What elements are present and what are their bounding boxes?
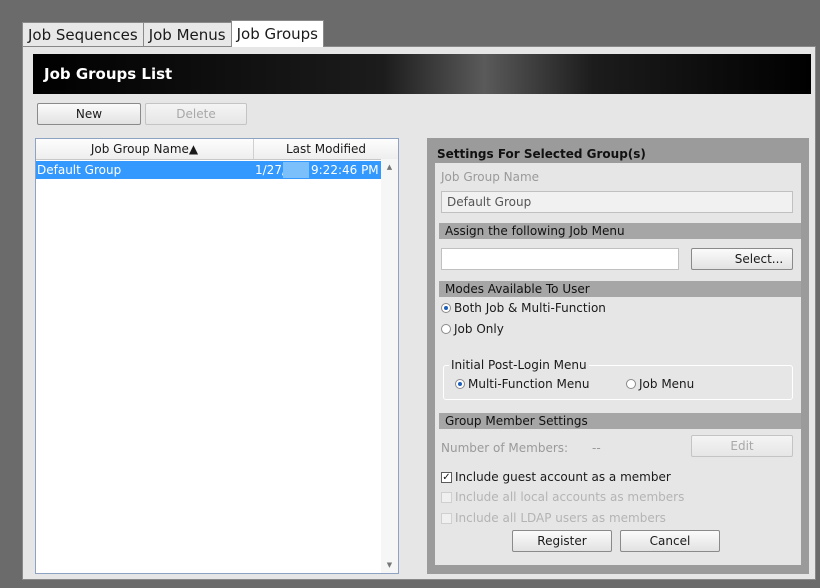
job-group-list[interactable]: Job Group Name▲ Last Modified Default Gr… xyxy=(35,138,399,574)
tab-job-menus[interactable]: Job Menus xyxy=(142,22,232,47)
row-name: Default Group xyxy=(37,163,122,177)
tab-job-groups[interactable]: Job Groups xyxy=(230,20,324,47)
edit-button[interactable]: Edit xyxy=(691,435,793,457)
register-button[interactable]: Register xyxy=(512,530,612,552)
job-group-name-label: Job Group Name xyxy=(441,170,540,184)
ldap-users-checkbox[interactable]: Include all LDAP users as members xyxy=(441,511,666,525)
job-group-name-field[interactable]: Default Group xyxy=(441,191,793,213)
local-accounts-label: Include all local accounts as members xyxy=(455,490,685,504)
row-modified-date: 1/27/ xyxy=(255,163,286,177)
initial-multi-function-radio[interactable]: Multi-Function Menu xyxy=(455,377,589,391)
column-header-last-modified[interactable]: Last Modified xyxy=(254,139,398,159)
mode-job-only-label: Job Only xyxy=(454,322,504,336)
initial-multi-function-label: Multi-Function Menu xyxy=(468,377,590,391)
delete-button[interactable]: Delete xyxy=(145,103,247,125)
cancel-button[interactable]: Cancel xyxy=(620,530,720,552)
members-count-value: -- xyxy=(592,441,601,455)
radio-unselected-icon xyxy=(626,379,636,389)
mode-both-radio[interactable]: Both Job & Multi-Function xyxy=(441,301,606,315)
redacted-block xyxy=(283,162,309,178)
initial-job-menu-label: Job Menu xyxy=(639,377,695,391)
settings-body: Job Group Name Default Group Assign the … xyxy=(435,163,801,565)
settings-panel: Settings For Selected Group(s) Job Group… xyxy=(427,138,809,574)
settings-title: Settings For Selected Group(s) xyxy=(437,147,646,161)
scroll-up-icon[interactable]: ▲ xyxy=(381,163,398,171)
table-row[interactable]: Default Group 1/27/ 9:22:46 PM xyxy=(36,161,381,179)
member-settings-header: Group Member Settings xyxy=(439,413,801,429)
new-button[interactable]: New xyxy=(37,103,141,125)
initial-menu-group: Initial Post-Login Menu Multi-Function M… xyxy=(443,358,793,400)
local-accounts-checkbox[interactable]: Include all local accounts as members xyxy=(441,490,684,504)
initial-menu-legend: Initial Post-Login Menu xyxy=(449,358,589,372)
mode-job-only-radio[interactable]: Job Only xyxy=(441,322,504,336)
initial-job-menu-radio[interactable]: Job Menu xyxy=(626,377,694,391)
assign-menu-header: Assign the following Job Menu xyxy=(439,223,801,239)
radio-selected-icon xyxy=(455,379,465,389)
ldap-users-label: Include all LDAP users as members xyxy=(455,511,666,525)
column-header-name[interactable]: Job Group Name▲ xyxy=(36,139,254,159)
scroll-down-icon[interactable]: ▼ xyxy=(381,561,398,569)
guest-account-checkbox[interactable]: ✓ Include guest account as a member xyxy=(441,470,671,484)
job-menu-field[interactable] xyxy=(441,248,679,270)
select-button[interactable]: Select... xyxy=(691,248,793,270)
checkbox-checked-icon: ✓ xyxy=(441,471,452,483)
radio-unselected-icon xyxy=(441,324,451,334)
tab-bar: Job Sequences Job Menus Job Groups xyxy=(22,20,324,47)
job-groups-panel: Job Groups List New Delete Job Group Nam… xyxy=(22,46,816,580)
page-title: Job Groups List xyxy=(33,54,811,94)
checkbox-unchecked-icon xyxy=(441,491,452,503)
guest-account-label: Include guest account as a member xyxy=(455,470,671,484)
mode-both-label: Both Job & Multi-Function xyxy=(454,301,606,315)
checkbox-unchecked-icon xyxy=(441,512,452,524)
list-header: Job Group Name▲ Last Modified xyxy=(36,139,398,160)
tab-job-sequences[interactable]: Job Sequences xyxy=(22,22,144,47)
members-count-label: Number of Members: xyxy=(441,441,569,455)
radio-selected-icon xyxy=(441,303,451,313)
list-scrollbar[interactable]: ▲ ▼ xyxy=(381,159,398,573)
modes-header: Modes Available To User xyxy=(439,281,801,297)
row-modified-time: 9:22:46 PM xyxy=(311,163,379,177)
